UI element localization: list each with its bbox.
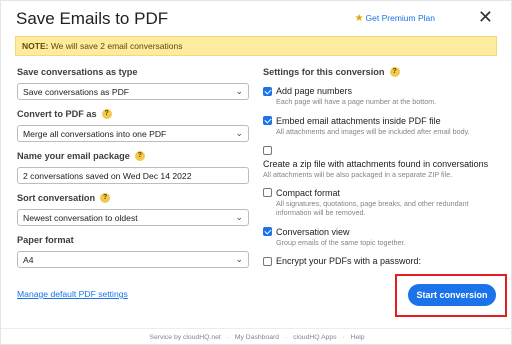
paper-label: Paper format: [17, 235, 74, 245]
help-icon[interactable]: ?: [389, 67, 400, 77]
convert-label: Convert to PDF as: [17, 109, 97, 119]
option-label: Encrypt your PDFs with a password:: [276, 256, 422, 266]
chevron-down-icon: ⌄: [235, 212, 243, 222]
package-name-input[interactable]: 2 conversations saved on Wed Dec 14 2022: [17, 167, 249, 184]
sort-value: Newest conversation to oldest: [23, 213, 138, 223]
footer: Service by cloudHQ.net · My Dashboard · …: [1, 328, 512, 345]
convert-value: Merge all conversations into one PDF: [23, 129, 167, 139]
option-compact-format: Compact format All signatures, quotation…: [263, 187, 501, 218]
package-group: Name your email package ? 2 conversation…: [17, 149, 249, 184]
option-desc: Group emails of the same topic together.: [276, 237, 406, 247]
option-label: Embed email attachments inside PDF file: [276, 115, 441, 126]
checkbox[interactable]: [263, 256, 272, 266]
sort-group: Sort conversation ? Newest conversation …: [17, 191, 249, 226]
option-desc: All attachments will be also packaged in…: [263, 170, 453, 179]
paper-group: Paper format A4 ⌄: [17, 233, 249, 268]
manage-settings-link[interactable]: Manage default PDF settings: [17, 289, 128, 299]
option-encrypt: Encrypt your PDFs with a password:: [263, 255, 501, 267]
option-embed-attachments: Embed email attachments inside PDF file …: [263, 115, 501, 137]
sort-label-row: Sort conversation ?: [17, 191, 249, 205]
note-text: We will save 2 email conversations: [48, 41, 183, 51]
option-desc: All attachments and images will be inclu…: [276, 126, 470, 136]
option-page-numbers: Add page numbers Each page will have a p…: [263, 85, 501, 107]
checkbox[interactable]: [263, 227, 272, 236]
package-label: Name your email package: [17, 151, 130, 161]
checkbox[interactable]: [263, 86, 272, 96]
checkbox[interactable]: [263, 188, 272, 197]
option-label: Compact format: [276, 187, 341, 198]
option-label: Add page numbers: [276, 86, 353, 96]
dialog-header: Save Emails to PDF ★ Get Premium Plan ✕: [16, 8, 499, 31]
option-zip-file: Create a zip file with attachments found…: [263, 144, 501, 180]
star-icon: ★: [354, 13, 364, 24]
premium-link[interactable]: ★ Get Premium Plan: [355, 13, 435, 24]
option-conversation-view: Conversation view Group emails of the sa…: [263, 226, 501, 248]
option-desc: Each page will have a page number at the…: [276, 97, 437, 106]
save-type-value: Save conversations as PDF: [23, 87, 130, 97]
option-label: Create a zip file with attachments found…: [263, 159, 489, 169]
save-type-group: Save conversations as type Save conversa…: [17, 65, 249, 100]
chevron-down-icon: ⌄: [235, 128, 243, 138]
save-type-select[interactable]: Save conversations as PDF ⌄: [17, 83, 249, 100]
checkbox[interactable]: [263, 116, 272, 125]
convert-select[interactable]: Merge all conversations into one PDF ⌄: [17, 125, 249, 142]
option-label: Conversation view: [276, 226, 350, 237]
paper-value: A4: [23, 255, 34, 265]
save-emails-dialog: Save Emails to PDF ★ Get Premium Plan ✕ N…: [0, 0, 512, 345]
option-desc: All signatures, quotations, page breaks,…: [276, 198, 469, 218]
start-conversion-button[interactable]: Start conversion: [408, 284, 496, 306]
paper-select[interactable]: A4 ⌄: [17, 251, 249, 268]
settings-title-row: Settings for this conversion ?: [263, 65, 501, 79]
right-column: Settings for this conversion ? Add page …: [263, 65, 501, 275]
chevron-down-icon: ⌄: [235, 254, 243, 264]
dialog-title: Save Emails to PDF: [16, 9, 169, 28]
close-icon[interactable]: ✕: [478, 8, 493, 26]
left-column: Save conversations as type Save conversa…: [17, 65, 249, 275]
save-type-label: Save conversations as type: [17, 67, 138, 77]
help-icon[interactable]: ?: [101, 109, 112, 119]
convert-group: Convert to PDF as ? Merge all conversati…: [17, 107, 249, 142]
convert-label-row: Convert to PDF as ?: [17, 107, 249, 121]
footer-separator: ·: [284, 334, 288, 341]
sort-select[interactable]: Newest conversation to oldest ⌄: [17, 209, 249, 226]
chevron-down-icon: ⌄: [235, 86, 243, 96]
footer-dashboard[interactable]: My Dashboard: [235, 334, 279, 341]
note-prefix: NOTE:: [22, 41, 49, 51]
sort-label: Sort conversation: [17, 193, 96, 203]
premium-label: Get Premium Plan: [365, 13, 435, 23]
footer-apps[interactable]: cloudHQ Apps: [293, 334, 336, 341]
footer-help[interactable]: Help: [351, 334, 365, 341]
footer-service[interactable]: Service by cloudHQ.net: [149, 334, 220, 341]
footer-separator: ·: [226, 334, 229, 341]
help-icon[interactable]: ?: [134, 151, 145, 161]
footer-separator: ·: [342, 334, 345, 341]
note-banner: NOTE: We will save 2 email conversations: [15, 36, 497, 56]
help-icon[interactable]: ?: [100, 193, 111, 203]
checkbox[interactable]: [263, 145, 272, 155]
settings-title: Settings for this conversion: [263, 67, 385, 77]
package-label-row: Name your email package ?: [17, 149, 249, 163]
